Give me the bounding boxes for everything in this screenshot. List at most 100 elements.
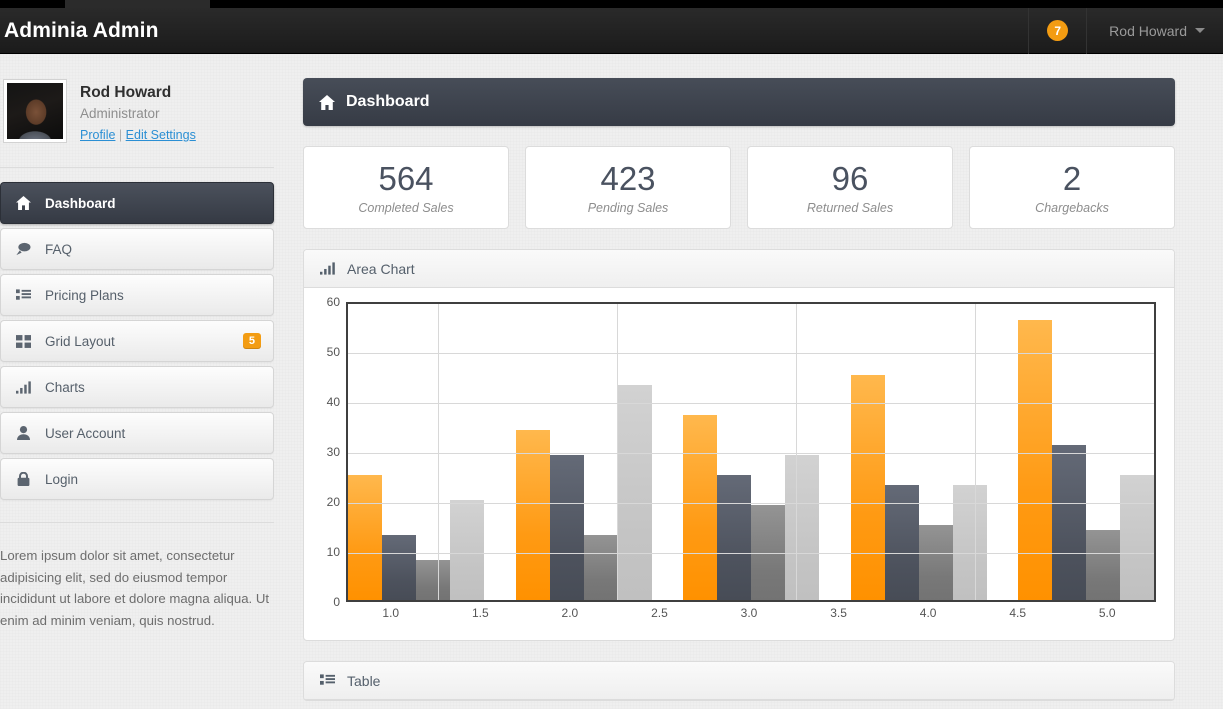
stat-card-chargebacks: 2 Chargebacks (969, 146, 1175, 229)
chart-bar (850, 375, 885, 600)
chart-plot-area (346, 302, 1156, 602)
sidebar-item-dashboard[interactable]: Dashboard (0, 182, 274, 224)
chart-x-tick-label: 5.0 (1098, 606, 1116, 620)
app-brand-title[interactable]: Adminia Admin (0, 19, 159, 43)
profile-role: Administrator (80, 106, 160, 121)
chart-gridline (348, 453, 1154, 454)
sidebar-description: Lorem ipsum dolor sit amet, consectetur … (0, 522, 274, 631)
sidebar-item-login[interactable]: Login (0, 458, 274, 500)
page-body: Rod Howard Administrator Profile | Edit … (0, 54, 1223, 709)
sidebar-nav-list: Dashboard FAQ Pricing Plans Grid Layout (0, 182, 274, 500)
chart-bar (1052, 445, 1086, 600)
stat-value: 564 (378, 160, 434, 197)
chart-bar-group (819, 304, 851, 600)
chart-x-tick-label: 1.0 (382, 606, 400, 620)
navbar-right-group: 7 Rod Howard (1028, 7, 1223, 54)
chart-bar (348, 475, 382, 600)
chart-x-tick-label: 2.0 (561, 606, 579, 620)
sidebar-item-label: FAQ (45, 241, 73, 257)
profile-links-separator: | (118, 128, 123, 142)
sidebar-item-pricing-plans[interactable]: Pricing Plans (0, 274, 274, 316)
sidebar-item-label: User Account (45, 425, 126, 441)
chart-gridline (617, 304, 618, 600)
chart-bar (617, 385, 652, 600)
chart-bar-group (683, 304, 819, 600)
sidebar: Rod Howard Administrator Profile | Edit … (0, 54, 290, 709)
chart-bar (1018, 320, 1052, 600)
sidebar-item-label: Pricing Plans (45, 287, 124, 303)
stats-row: 564 Completed Sales 423 Pending Sales 96… (303, 146, 1175, 229)
sidebar-item-label: Login (45, 471, 79, 487)
panel-title: Area Chart (347, 260, 415, 277)
top-navbar: Adminia Admin 7 Rod Howard (0, 7, 1223, 54)
chart-x-tick-label: 2.5 (651, 606, 668, 620)
chart-bar (717, 475, 751, 600)
user-icon (15, 426, 32, 440)
chart-y-tick-label: 40 (326, 395, 340, 409)
table-panel: Table (303, 661, 1175, 701)
panel-title: Table (347, 672, 381, 689)
edit-settings-link[interactable]: Edit Settings (126, 128, 196, 142)
profile-name: Rod Howard (80, 84, 172, 101)
chart-gridline (348, 503, 1154, 504)
notifications-button[interactable]: 7 (1028, 7, 1088, 54)
chart-bar (1086, 530, 1120, 600)
chart-gridline (348, 403, 1154, 404)
user-menu-button[interactable]: Rod Howard (1087, 8, 1223, 54)
chart-x-tick-label: 1.5 (471, 606, 489, 620)
sidebar-item-label: Dashboard (45, 195, 116, 211)
sidebar-divider (0, 167, 274, 168)
chart-x-tick-label: 4.0 (919, 606, 937, 620)
page-title: Dashboard (346, 93, 430, 110)
browser-active-tab[interactable] (65, 0, 210, 8)
stat-card-pending-sales: 423 Pending Sales (525, 146, 731, 229)
profile-links: Profile | Edit Settings (80, 125, 196, 145)
chart-y-tick-label: 20 (326, 495, 340, 509)
area-chart-panel: Area Chart 0 10 20 30 40 50 60 1.0 1.5 2.0 2.5 3.0… (303, 249, 1175, 641)
comment-icon (15, 242, 32, 256)
chart-bar (785, 455, 819, 600)
chart-gridline (438, 304, 439, 600)
stat-value: 423 (600, 160, 656, 197)
chart-gridline (796, 304, 797, 600)
chart-bar (918, 525, 953, 600)
chart-x-tick-label: 3.5 (830, 606, 847, 620)
bar-chart-icon (320, 262, 335, 275)
sidebar-item-faq[interactable]: FAQ (0, 228, 274, 270)
chart-bar-group (850, 304, 987, 600)
sidebar-item-charts[interactable]: Charts (0, 366, 274, 408)
chart-bar (382, 535, 416, 600)
profile-link[interactable]: Profile (80, 128, 115, 142)
sidebar-item-user-account[interactable]: User Account (0, 412, 274, 454)
chart-y-tick-label: 60 (326, 295, 340, 309)
sidebar-item-label: Charts (45, 379, 85, 395)
stat-label: Chargebacks (1035, 201, 1109, 215)
stat-label: Completed Sales (358, 201, 454, 215)
stat-value: 96 (831, 160, 869, 197)
chart-y-tick-label: 30 (326, 445, 340, 459)
chart-gridline (975, 304, 976, 600)
area-chart-body: 0 10 20 30 40 50 60 1.0 1.5 2.0 2.5 3.0 3.5 4.0 4.5 5.… (304, 288, 1174, 640)
chart-x-axis: 1.0 1.5 2.0 2.5 3.0 3.5 4.0 4.5 5.0 (346, 606, 1156, 630)
grid-icon (15, 334, 32, 348)
home-icon (319, 94, 335, 110)
chart-bar (549, 455, 584, 600)
user-menu-label: Rod Howard (1109, 22, 1187, 39)
area-chart-panel-header: Area Chart (304, 250, 1174, 288)
avatar (4, 80, 66, 142)
chart-bar (683, 415, 717, 600)
chart-bar (450, 500, 484, 600)
chart-bar (1120, 475, 1154, 600)
chart-bar-group (515, 304, 652, 600)
notification-badge: 7 (1047, 20, 1069, 41)
sidebar-item-grid-layout[interactable]: Grid Layout 5 (0, 320, 274, 362)
stat-card-completed-sales: 564 Completed Sales (303, 146, 509, 229)
stat-value: 2 (1062, 160, 1082, 197)
chart-canvas: 0 10 20 30 40 50 60 1.0 1.5 2.0 2.5 3.0 3.5 4.0 4.5 5.… (314, 295, 1156, 632)
sidebar-item-label: Grid Layout (45, 333, 115, 349)
list-icon (15, 288, 32, 302)
chart-bar-group (484, 304, 516, 600)
chart-bars (348, 304, 1154, 600)
main-content: Dashboard 564 Completed Sales 423 Pendin… (303, 54, 1175, 709)
lock-icon (15, 472, 32, 486)
